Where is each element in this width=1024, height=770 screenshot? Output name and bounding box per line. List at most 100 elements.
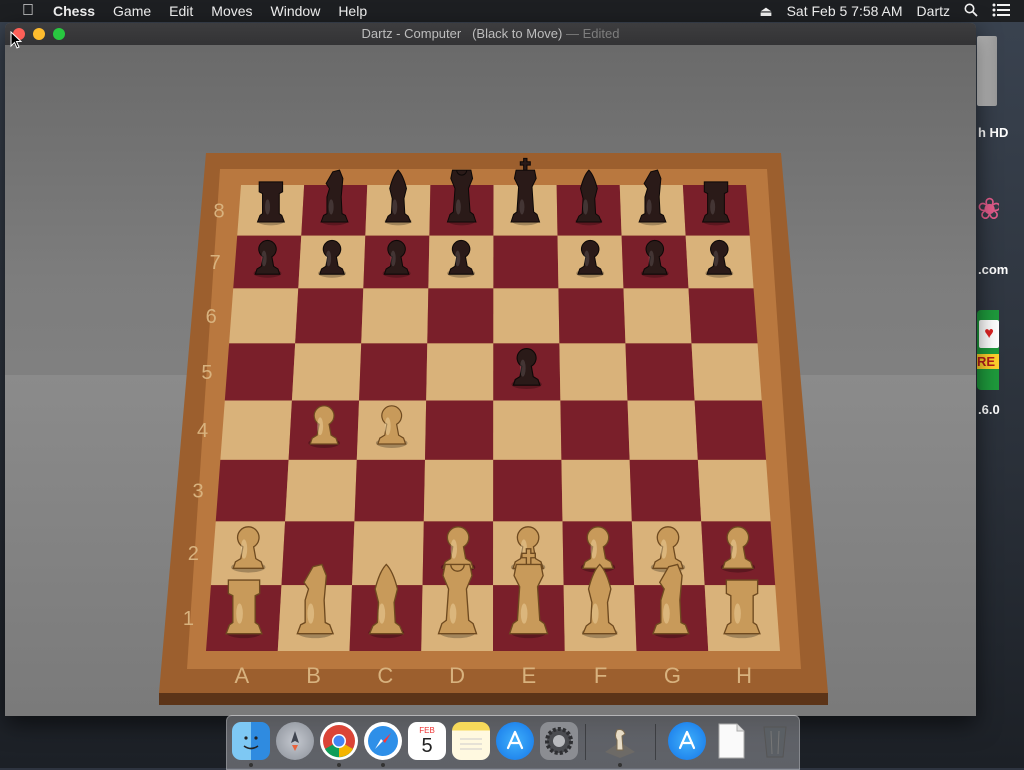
desktop-hard-drive-icon[interactable]: [977, 36, 997, 106]
board-square-a3[interactable]: [215, 459, 289, 522]
piece-highlight: [591, 603, 599, 624]
board-square-d6[interactable]: [427, 288, 494, 344]
rank-label: 1: [183, 608, 194, 630]
desktop-app-icon[interactable]: ❀: [977, 175, 999, 245]
board-square-a4[interactable]: [220, 400, 292, 460]
eject-icon[interactable]: ⏏: [759, 3, 772, 20]
calendar-icon[interactable]: FEB 5: [408, 722, 446, 760]
board-square-b3[interactable]: [285, 459, 357, 522]
file-label: E: [522, 663, 537, 688]
file-label: B: [306, 663, 321, 688]
piece-highlight: [519, 199, 525, 215]
piece-highlight: [317, 417, 324, 436]
board-square-g5[interactable]: [625, 343, 695, 401]
window-zoom-button[interactable]: [53, 28, 65, 40]
spotlight-search-icon[interactable]: [964, 3, 978, 20]
board-square-f4[interactable]: [560, 400, 630, 460]
menu-help[interactable]: Help: [338, 3, 367, 19]
piece-highlight: [390, 250, 396, 267]
window-titlebar[interactable]: Dartz - Computer (Black to Move) — Edite…: [5, 23, 976, 46]
board-square-b5[interactable]: [291, 343, 362, 401]
piece-highlight: [384, 417, 391, 436]
board-square-a5[interactable]: [224, 343, 296, 401]
menubar-clock[interactable]: Sat Feb 5 7:58 AM: [787, 3, 903, 19]
piece-highlight: [455, 199, 461, 215]
app-store-downloads-icon[interactable]: [668, 722, 706, 760]
chrome-icon[interactable]: [320, 722, 358, 760]
board-square-c3[interactable]: [354, 459, 425, 522]
menu-game[interactable]: Game: [113, 3, 151, 19]
desktop-solitaire-badge: RE: [977, 354, 999, 369]
piece-highlight: [713, 250, 719, 267]
rank-label: 7: [210, 252, 221, 274]
board-square-g6[interactable]: [623, 288, 692, 344]
board-square-g3[interactable]: [629, 459, 702, 522]
piece-highlight: [660, 539, 667, 559]
board-square-h4[interactable]: [694, 400, 767, 460]
running-indicator: [337, 763, 341, 767]
board-square-h3[interactable]: [697, 459, 771, 522]
menu-window[interactable]: Window: [271, 3, 321, 19]
notification-center-icon[interactable]: [992, 3, 1010, 20]
board-square-b6[interactable]: [295, 288, 364, 344]
board-square-f5[interactable]: [559, 343, 628, 401]
piece-highlight: [590, 539, 597, 559]
piece-highlight: [328, 199, 334, 215]
app-store-icon[interactable]: [496, 722, 534, 760]
desktop-version-label: .6.0: [978, 402, 1000, 417]
running-indicator: [381, 763, 385, 767]
dock: FEB 5: [226, 715, 800, 770]
document-icon[interactable]: [712, 722, 750, 760]
board-square-h5[interactable]: [691, 343, 762, 401]
finder-icon[interactable]: [232, 722, 270, 760]
piece-highlight: [454, 250, 461, 267]
trash-icon[interactable]: [756, 722, 794, 760]
piece-highlight: [240, 539, 248, 559]
apple-menu-icon[interactable]: : [17, 2, 39, 20]
safari-icon[interactable]: [364, 722, 402, 760]
board-square-h6[interactable]: [688, 288, 758, 344]
piece-highlight: [307, 603, 315, 624]
chess-board[interactable]: A B C D E F G H 8 7 6 5 4 3 2 1: [5, 45, 976, 716]
board-square-f6[interactable]: [558, 288, 626, 344]
board-square-d5[interactable]: [426, 343, 494, 401]
menu-edit[interactable]: Edit: [169, 3, 193, 19]
board-square-c5[interactable]: [359, 343, 428, 401]
notes-icon[interactable]: [452, 722, 490, 760]
piece-highlight: [663, 603, 670, 624]
menu-moves[interactable]: Moves: [211, 3, 252, 19]
desktop-hard-drive-label: h HD: [978, 125, 1009, 140]
rank-label: 4: [197, 420, 208, 442]
desktop-app-label: .com: [978, 262, 1009, 277]
board-square-a6[interactable]: [229, 288, 299, 344]
calendar-day: 5: [421, 734, 433, 757]
piece-highlight: [378, 603, 386, 624]
board-square-e3[interactable]: [493, 459, 563, 522]
menu-bar:  Chess Game Edit Moves Window Help ⏏ Sa…: [0, 0, 1024, 22]
chess-window: Dartz - Computer (Black to Move) — Edite…: [5, 23, 976, 716]
board-square-d4[interactable]: [424, 400, 494, 460]
dock-separator: [585, 724, 586, 760]
piece-highlight: [392, 199, 398, 215]
launchpad-icon[interactable]: [276, 722, 314, 760]
board-square-c6[interactable]: [361, 288, 429, 344]
file-label: C: [377, 663, 393, 688]
board-square-e6[interactable]: [493, 288, 560, 344]
board-square-f3[interactable]: [561, 459, 632, 522]
rank-label: 5: [201, 362, 212, 384]
piece-highlight: [734, 603, 741, 624]
file-label: A: [235, 663, 250, 688]
desktop-solitaire-icon[interactable]: ♥ RE: [977, 310, 999, 390]
piece-highlight: [584, 250, 590, 267]
rank-label: 6: [206, 306, 217, 328]
menubar-user[interactable]: Dartz: [917, 3, 950, 19]
chess-app-icon[interactable]: [601, 722, 639, 760]
window-minimize-button[interactable]: [33, 28, 45, 40]
menu-app-chess[interactable]: Chess: [53, 3, 95, 19]
board-square-e7[interactable]: [493, 235, 559, 289]
file-label: F: [594, 663, 607, 688]
board-square-e4[interactable]: [493, 400, 562, 460]
board-square-g4[interactable]: [627, 400, 698, 460]
system-preferences-icon[interactable]: [540, 722, 578, 760]
board-square-d3[interactable]: [423, 459, 494, 522]
